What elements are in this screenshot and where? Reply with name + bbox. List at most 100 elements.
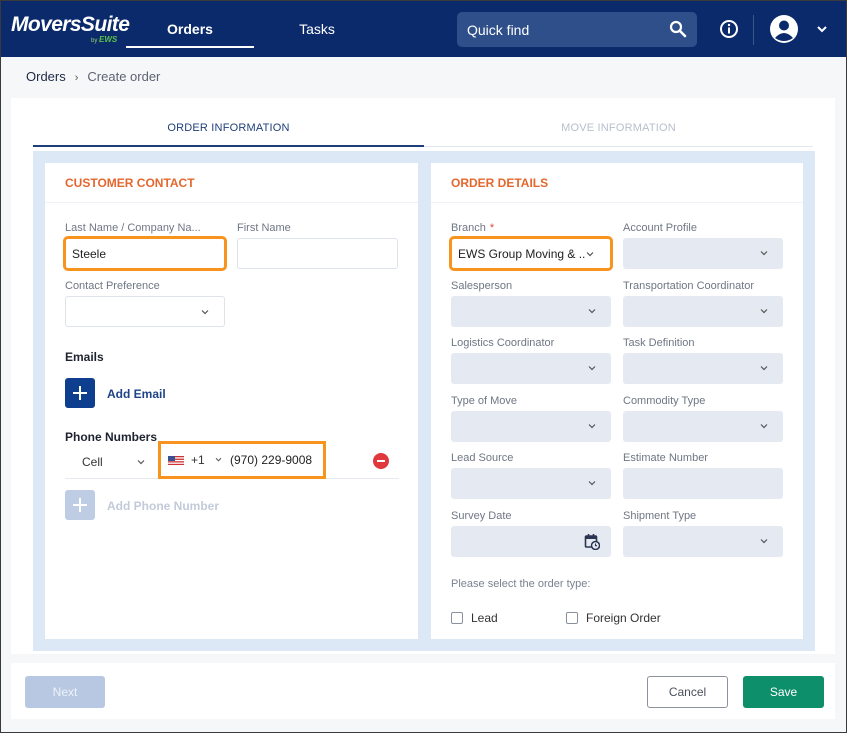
account-profile-select[interactable]: [623, 238, 783, 269]
commodity-type-label: Commodity Type: [623, 395, 706, 407]
us-flag-icon[interactable]: [168, 456, 184, 465]
task-definition-label: Task Definition: [623, 337, 695, 349]
salesperson-select[interactable]: [451, 296, 611, 327]
breadcrumb-orders[interactable]: Orders: [26, 69, 66, 84]
form-footer: Next Cancel Save: [11, 663, 835, 719]
last-name-value: Steele: [72, 247, 107, 261]
nav-tab-orders[interactable]: Orders: [126, 1, 254, 57]
add-email-link[interactable]: Add Email: [107, 387, 166, 401]
order-type-hint: Please select the order type:: [451, 578, 591, 590]
phone-type-select[interactable]: Cell: [65, 447, 155, 478]
search-icon[interactable]: [669, 20, 687, 38]
chevron-down-icon: [760, 309, 768, 314]
phone-number-field[interactable]: +1 (970) 229-9008: [158, 441, 326, 479]
form-area: CUSTOMER CONTACT Last Name / Company Na.…: [33, 151, 815, 651]
last-name-field[interactable]: Steele: [63, 236, 227, 271]
create-order-card: ORDER INFORMATION MOVE INFORMATION CUSTO…: [11, 98, 835, 654]
salesperson-label: Salesperson: [451, 280, 513, 292]
add-email-plus-icon[interactable]: [65, 378, 95, 408]
type-of-move-label: Type of Move: [451, 395, 518, 407]
task-definition-select[interactable]: [623, 353, 783, 384]
phone-number-value: (970) 229-9008: [230, 453, 313, 467]
lead-checkbox[interactable]: Lead: [451, 611, 498, 625]
lead-source-label: Lead Source: [451, 452, 514, 464]
chevron-down-icon: [760, 251, 768, 256]
save-button[interactable]: Save: [743, 676, 824, 708]
logo-sub-prefix: by: [91, 38, 98, 44]
shipment-type-label: Shipment Type: [623, 510, 697, 522]
lead-checkbox-label: Lead: [471, 611, 498, 625]
cancel-button[interactable]: Cancel: [647, 676, 728, 708]
calendar-clock-icon[interactable]: [584, 533, 600, 550]
breadcrumb-separator-icon: ›: [74, 72, 79, 84]
add-phone-plus-icon[interactable]: [65, 490, 95, 520]
chevron-down-icon: [760, 539, 768, 544]
logo-sub: by EWS: [91, 35, 117, 44]
tab-order-information[interactable]: ORDER INFORMATION: [33, 113, 424, 147]
top-navigation-bar: MoversSuite by EWS Orders Tasks Quick fi…: [1, 1, 846, 57]
moverssuite-logo[interactable]: MoversSuite by EWS: [11, 13, 130, 44]
country-code[interactable]: +1: [191, 453, 205, 467]
phone-type-value: Cell: [82, 455, 103, 469]
contact-preference-select[interactable]: [65, 296, 225, 327]
transportation-coordinator-select[interactable]: [623, 296, 783, 327]
commodity-type-select[interactable]: [623, 411, 783, 442]
survey-date-field[interactable]: [451, 526, 611, 557]
quick-find-placeholder: Quick find: [467, 22, 530, 38]
logo-sub-brand: EWS: [99, 35, 118, 44]
nav-divider: [753, 15, 754, 45]
remove-phone-icon[interactable]: [373, 453, 389, 469]
order-tabs: ORDER INFORMATION MOVE INFORMATION: [33, 113, 813, 147]
phone-row: Cell +1 (970) 229-9008: [65, 441, 399, 479]
shipment-type-select[interactable]: [623, 526, 783, 557]
type-of-move-select[interactable]: [451, 411, 611, 442]
customer-contact-title: CUSTOMER CONTACT: [45, 163, 418, 203]
order-details-title: ORDER DETAILS: [431, 163, 803, 203]
breadcrumb: Orders › Create order: [26, 69, 160, 84]
first-name-label: First Name: [237, 222, 291, 234]
chevron-down-icon: [588, 309, 596, 314]
contact-preference-label: Contact Preference: [65, 280, 160, 292]
estimate-number-field[interactable]: [623, 468, 783, 499]
branch-label: Branch *: [451, 222, 494, 234]
checkbox-icon[interactable]: [566, 612, 578, 624]
estimate-number-label: Estimate Number: [623, 452, 708, 464]
order-details-panel: ORDER DETAILS Branch * EWS Group Moving &…: [431, 163, 803, 639]
quick-find-input[interactable]: Quick find: [457, 12, 697, 47]
lead-source-select[interactable]: [451, 468, 611, 499]
chevron-down-icon: [588, 424, 596, 429]
breadcrumb-current: Create order: [87, 69, 161, 84]
branch-value: EWS Group Moving & ..: [458, 247, 586, 261]
chevron-down-icon: [137, 460, 145, 465]
branch-select[interactable]: EWS Group Moving & ..: [449, 236, 613, 271]
logistics-coordinator-label: Logistics Coordinator: [451, 337, 555, 349]
foreign-order-checkbox-label: Foreign Order: [586, 611, 661, 625]
logo-brand: MoversSuite: [11, 13, 130, 36]
checkbox-icon[interactable]: [451, 612, 463, 624]
transportation-coordinator-label: Transportation Coordinator: [623, 280, 755, 292]
add-phone-number-link[interactable]: Add Phone Number: [107, 499, 219, 513]
chevron-down-icon: [760, 366, 768, 371]
nav-tab-tasks[interactable]: Tasks: [269, 1, 365, 57]
customer-contact-panel: CUSTOMER CONTACT Last Name / Company Na.…: [45, 163, 418, 639]
info-icon[interactable]: [719, 19, 739, 39]
survey-date-label: Survey Date: [451, 510, 512, 522]
chevron-down-icon[interactable]: [816, 23, 828, 35]
chevron-down-icon[interactable]: [215, 457, 222, 462]
required-marker: *: [489, 222, 495, 234]
phone-numbers-title: Phone Numbers: [65, 430, 158, 444]
chevron-down-icon: [588, 366, 596, 371]
branch-label-text: Branch: [451, 222, 486, 234]
logistics-coordinator-select[interactable]: [451, 353, 611, 384]
account-profile-label: Account Profile: [623, 222, 697, 234]
chevron-down-icon: [588, 481, 596, 486]
user-avatar-icon[interactable]: [769, 14, 799, 44]
tab-move-information[interactable]: MOVE INFORMATION: [424, 113, 813, 147]
chevron-down-icon: [201, 310, 209, 315]
first-name-field[interactable]: [237, 238, 398, 269]
chevron-down-icon: [586, 252, 594, 257]
next-button[interactable]: Next: [25, 676, 105, 708]
foreign-order-checkbox[interactable]: Foreign Order: [566, 611, 661, 625]
last-name-label: Last Name / Company Na...: [65, 222, 201, 234]
chevron-down-icon: [760, 424, 768, 429]
